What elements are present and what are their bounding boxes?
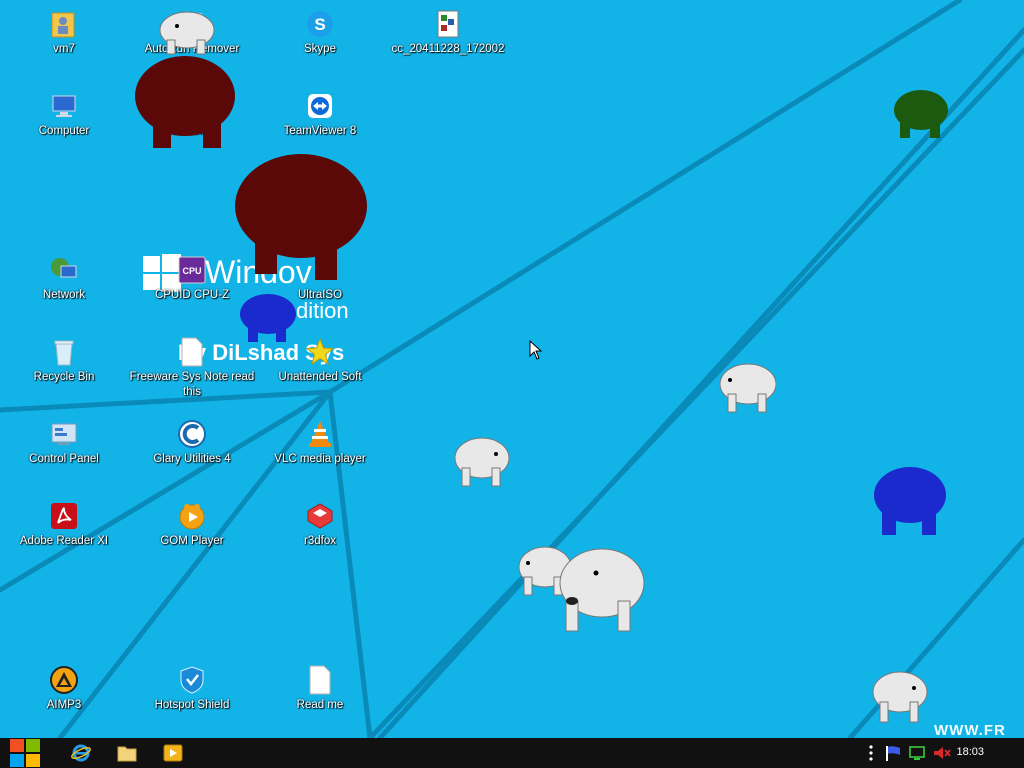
blue-bear-icon [240, 294, 296, 342]
polar-bear-icon [159, 11, 215, 55]
icon-label: Computer [38, 125, 90, 137]
gom-player-icon [176, 500, 208, 532]
taskbar-file-explorer[interactable] [110, 738, 144, 768]
recycle-bin-icon [48, 336, 80, 368]
text-file-icon [304, 664, 336, 696]
polar-bear-icon [454, 437, 510, 487]
desktop-icon-recycle-bin[interactable]: Recycle Bin [0, 336, 129, 385]
r3dfox-icon [304, 500, 336, 532]
icon-label: cc_20411228_172002 [391, 43, 505, 55]
icon-label: Network [42, 289, 86, 301]
icon-label: GOM Player [160, 535, 224, 547]
desktop-icon-registry-file[interactable]: cc_20411228_172002 [383, 8, 513, 57]
desktop-icon-gom-player[interactable]: GOM Player [127, 500, 257, 549]
icon-label: Adobe Reader XI [19, 535, 109, 547]
skype-icon: S [304, 8, 336, 40]
taskbar-media-player[interactable] [156, 738, 190, 768]
icon-label: Control Panel [29, 453, 99, 465]
svg-text:S: S [314, 15, 325, 34]
desktop-icon-teamviewer[interactable]: TeamViewer 8 [255, 90, 385, 139]
internet-explorer-icon [71, 744, 91, 762]
media-player-icon [163, 744, 183, 762]
taskbar-internet-explorer[interactable] [64, 738, 98, 768]
hotspot-shield-icon [176, 664, 208, 696]
desktop-icon-read-me[interactable]: Read me [255, 664, 385, 713]
star-icon [304, 336, 336, 368]
computer-icon [48, 90, 80, 122]
icon-label: Recycle Bin [33, 371, 95, 383]
icon-label: AIMP3 [46, 699, 82, 711]
mouse-pointer-icon [529, 340, 543, 360]
registry-file-icon [432, 8, 464, 40]
network-monitor-icon[interactable] [908, 744, 926, 762]
desktop[interactable]: Windov dition By DiLshad Sys vm7 AutoRun… [0, 0, 1024, 738]
icon-label: Glary Utilities 4 [153, 453, 231, 465]
desktop-icon-control-panel[interactable]: Control Panel [0, 418, 129, 467]
aimp-icon [48, 664, 80, 696]
desktop-icon-hotspot-shield[interactable]: Hotspot Shield [127, 664, 257, 713]
icon-label: Unattended Soft [278, 371, 362, 383]
windows-logo-icon [10, 739, 40, 767]
icon-label: Skype [304, 43, 336, 55]
vlc-icon [304, 418, 336, 450]
icon-label: Hotspot Shield [154, 699, 230, 711]
icon-label: vm7 [53, 43, 75, 55]
desktop-icon-vlc[interactable]: VLC media player [255, 418, 385, 467]
volume-muted-icon[interactable] [932, 744, 952, 762]
desktop-icon-network[interactable]: Network [0, 254, 129, 303]
desktop-icon-adobe-reader[interactable]: Adobe Reader XI [0, 500, 129, 549]
taskbar-clock[interactable]: 18:03 [956, 746, 984, 758]
svg-text:CPU: CPU [182, 266, 201, 276]
start-button[interactable] [0, 738, 50, 768]
overflow-dots-icon[interactable] [868, 744, 874, 762]
polar-bear-icon [559, 548, 645, 632]
cpuz-icon: CPU [176, 254, 208, 286]
desktop-icon-vm7[interactable]: vm7 [0, 8, 129, 57]
network-icon [48, 254, 80, 286]
glary-utilities-icon [176, 418, 208, 450]
folder-icon [117, 746, 137, 762]
polar-bear-icon [719, 363, 777, 413]
desktop-icon-glary-utilities[interactable]: Glary Utilities 4 [127, 418, 257, 467]
icon-label: TeamViewer 8 [283, 125, 357, 137]
red-bear-icon [235, 154, 367, 280]
desktop-icon-aimp[interactable]: AIMP3 [0, 664, 129, 713]
desktop-icon-freeware-note[interactable]: Freeware Sys Note read this [127, 336, 257, 400]
action-center-flag-icon[interactable] [884, 744, 902, 762]
adobe-reader-icon [48, 500, 80, 532]
desktop-icon-skype[interactable]: S Skype [255, 8, 385, 57]
user-folder-icon [48, 8, 80, 40]
icon-label: Read me [296, 699, 344, 711]
text-file-icon [176, 336, 208, 368]
control-panel-icon [48, 418, 80, 450]
icon-label: VLC media player [274, 453, 366, 465]
polar-bear-icon [872, 671, 928, 723]
system-tray: 18:03 [824, 738, 1024, 768]
icon-label: Freeware Sys Note read this [129, 371, 255, 398]
taskbar: 18:03 [0, 738, 1024, 768]
green-bear-icon [894, 90, 948, 138]
red-bear-icon [135, 56, 235, 148]
blue-bear-icon [874, 467, 946, 535]
wallpaper-watermark: WWW.FR [934, 722, 1006, 738]
desktop-icon-r3dfox[interactable]: r3dfox [255, 500, 385, 549]
icon-label: r3dfox [304, 535, 336, 547]
teamviewer-icon [304, 90, 336, 122]
desktop-icon-computer[interactable]: Computer [0, 90, 129, 139]
